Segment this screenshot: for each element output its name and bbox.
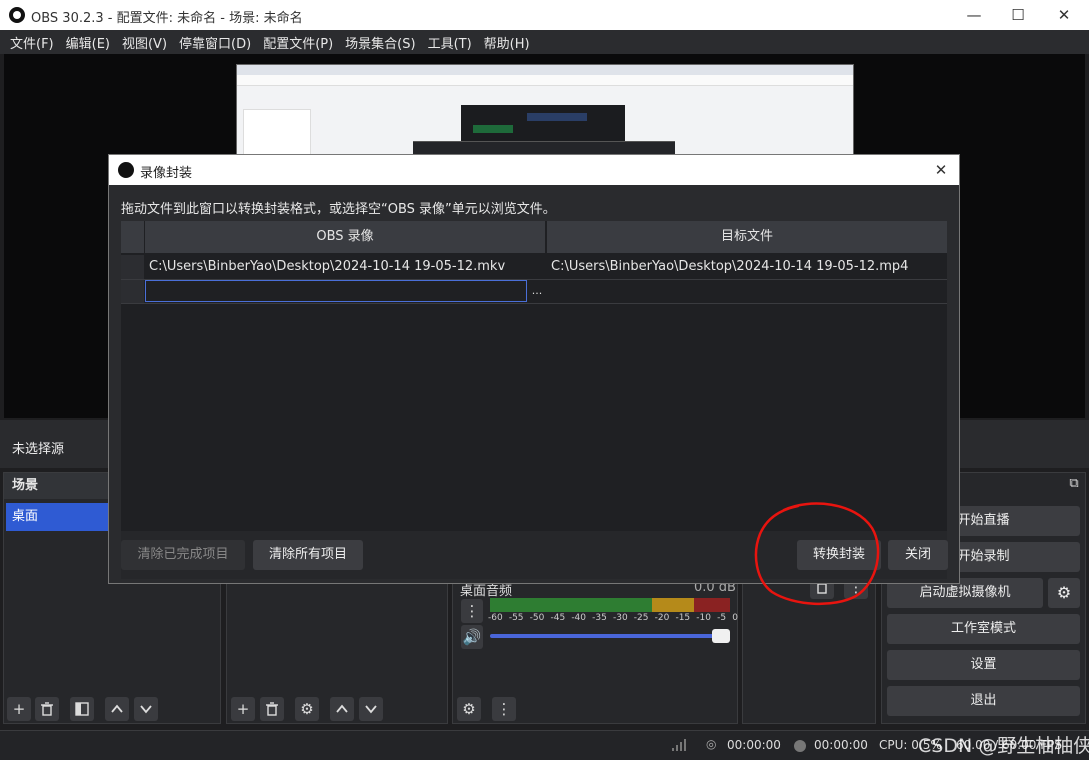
dialog-obs-logo-icon <box>118 162 134 178</box>
source-down-chevron-icon[interactable] <box>359 697 383 721</box>
meter-tick-label: -10 <box>696 613 711 623</box>
mixer-menu-icon[interactable]: ⋮ <box>492 697 516 721</box>
meter-tick-label: -40 <box>571 613 587 623</box>
remove-source-trash-icon[interactable] <box>260 697 284 721</box>
menu-bar: 文件(F) 编辑(E) 视图(V) 停靠窗口(D) 配置文件(P) 场景集合(S… <box>0 30 1089 54</box>
remux-table: OBS 录像 目标文件 C:\Users\BinberYao\Desktop\2… <box>121 221 947 531</box>
dialog-close-button[interactable]: 关闭 <box>888 540 948 570</box>
no-source-label: 未选择源 <box>12 442 65 457</box>
dock-float-icon[interactable]: ⧉ <box>1066 476 1082 492</box>
meter-tick-label: -60 <box>488 613 503 623</box>
stream-time: 00:00:00 <box>727 738 781 752</box>
menu-docks[interactable]: 停靠窗口(D) <box>173 33 257 52</box>
volume-slider[interactable] <box>490 634 726 638</box>
audio-level-meter <box>490 598 730 612</box>
target-file-cell[interactable]: C:\Users\BinberYao\Desktop\2024-10-14 19… <box>547 255 947 279</box>
menu-file[interactable]: 文件(F) <box>4 33 60 52</box>
maximize-button[interactable]: ☐ <box>995 0 1041 30</box>
stream-broadcast-icon: ◎ <box>706 737 717 751</box>
row-header <box>121 280 144 303</box>
meter-scale: -60 -55 -50 -45 -40 -35 -30 -25 -20 -15 … <box>488 613 738 625</box>
volume-slider-handle[interactable] <box>712 629 730 643</box>
move-up-chevron-icon[interactable] <box>105 697 129 721</box>
minimize-button[interactable]: — <box>951 0 997 30</box>
virtual-camera-gear-icon[interactable]: ⚙ <box>1048 578 1080 608</box>
network-signal-icon <box>672 739 688 751</box>
clear-all-button[interactable]: 清除所有项目 <box>253 540 363 570</box>
row-divider <box>121 303 947 304</box>
menu-edit[interactable]: 编辑(E) <box>60 33 116 52</box>
menu-help[interactable]: 帮助(H) <box>478 33 536 52</box>
add-scene-button[interactable]: + <box>7 697 31 721</box>
meter-tick-label: -50 <box>529 613 545 623</box>
meter-tick-label: -25 <box>633 613 649 623</box>
meter-tick-label: -30 <box>612 613 628 623</box>
close-window-button[interactable]: ✕ <box>1041 0 1087 30</box>
clear-completed-button[interactable]: 清除已完成项目 <box>121 540 245 570</box>
column-header-obs-recording: OBS 录像 <box>145 221 545 253</box>
move-down-chevron-icon[interactable] <box>134 697 158 721</box>
studio-mode-button[interactable]: 工作室模式 <box>887 614 1080 644</box>
menu-view[interactable]: 视图(V) <box>116 33 173 52</box>
meter-tick-label: -5 <box>717 613 727 623</box>
meter-tick-label: -55 <box>508 613 524 623</box>
meter-tick-label: -45 <box>550 613 566 623</box>
mute-speaker-icon[interactable]: 🔊 <box>461 625 483 649</box>
dialog-title: 录像封装 <box>140 166 193 181</box>
record-dot-icon <box>794 740 806 752</box>
row-header-corner <box>121 221 144 253</box>
target-file-empty-cell[interactable] <box>547 280 947 302</box>
meter-tick-label: 0 <box>732 613 738 623</box>
csdn-watermark: CSDN @野生柚柚侠 <box>918 735 1089 757</box>
dialog-close-icon[interactable]: ✕ <box>929 160 953 180</box>
remove-scene-trash-icon[interactable] <box>35 697 59 721</box>
menu-scene-collection[interactable]: 场景集合(S) <box>339 33 421 52</box>
source-file-input[interactable] <box>145 280 527 302</box>
source-up-chevron-icon[interactable] <box>330 697 354 721</box>
red-circle-annotation <box>754 502 880 606</box>
exit-button[interactable]: 退出 <box>887 686 1080 716</box>
settings-button[interactable]: 设置 <box>887 650 1080 680</box>
menu-tools[interactable]: 工具(T) <box>422 33 478 52</box>
source-file-cell[interactable]: C:\Users\BinberYao\Desktop\2024-10-14 19… <box>145 255 545 279</box>
mixer-channel-menu-icon[interactable]: ⋮ <box>461 599 483 623</box>
window-title: OBS 30.2.3 - 配置文件: 未命名 - 场景: 未命名 <box>31 11 303 26</box>
menu-profile[interactable]: 配置文件(P) <box>257 33 339 52</box>
meter-tick-label: -20 <box>654 613 670 623</box>
column-header-target-file: 目标文件 <box>547 221 947 253</box>
scene-filters-icon[interactable] <box>70 697 94 721</box>
preview-screen-capture <box>236 64 854 156</box>
add-source-button[interactable]: + <box>231 697 255 721</box>
title-bar: OBS 30.2.3 - 配置文件: 未命名 - 场景: 未命名 — ☐ ✕ <box>0 0 1089 30</box>
meter-tick-label: -35 <box>592 613 607 623</box>
row-header <box>121 255 144 279</box>
browse-button[interactable]: ... <box>529 280 545 302</box>
meter-tick-label: -15 <box>675 613 691 623</box>
dialog-instructions: 拖动文件到此窗口以转换封装格式，或选择空“OBS 录像”单元以浏览文件。 <box>121 202 556 217</box>
dialog-title-bar: 录像封装 ✕ <box>109 155 959 185</box>
source-properties-gear-icon[interactable]: ⚙ <box>295 697 319 721</box>
record-time: 00:00:00 <box>814 738 868 752</box>
mixer-settings-gear-icon[interactable]: ⚙ <box>457 697 481 721</box>
obs-logo-icon <box>9 7 25 23</box>
